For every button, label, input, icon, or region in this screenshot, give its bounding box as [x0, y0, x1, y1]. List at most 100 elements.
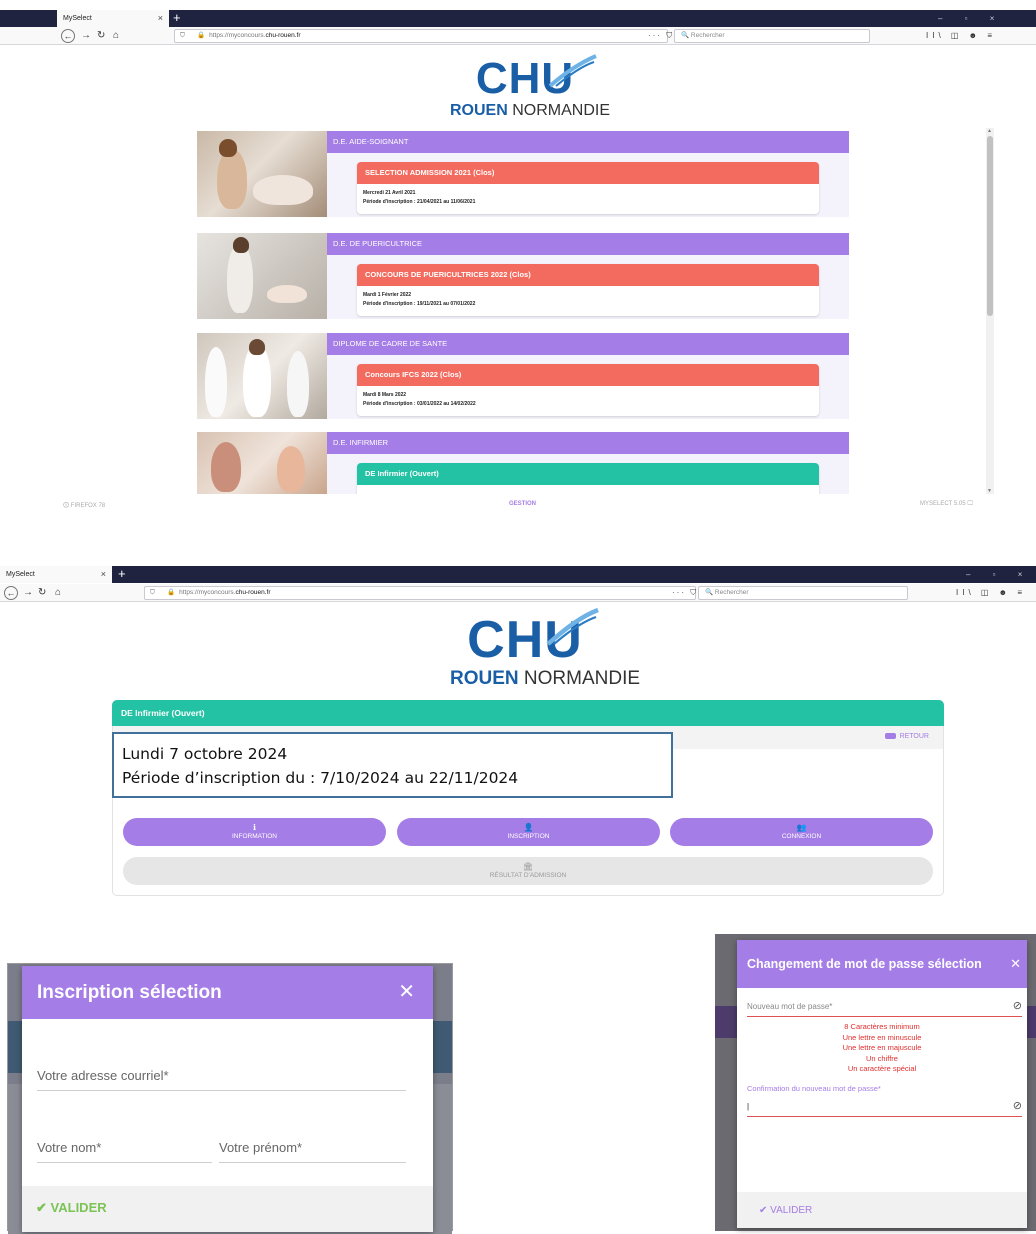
home-icon[interactable]: ⌂: [113, 29, 119, 43]
new-tab-icon[interactable]: +: [118, 566, 126, 582]
password-modal: Changement de mot de passe sélection ✕ N…: [737, 940, 1027, 1228]
reload-icon[interactable]: ↻: [97, 29, 105, 43]
url-domain: chu-rouen.fr: [265, 32, 301, 39]
browser-tab[interactable]: MySelect ×: [57, 10, 169, 27]
concours-item[interactable]: DE Infirmier (Ouvert): [357, 463, 819, 494]
concours-date: Mercredi 21 Avril 2021: [363, 190, 416, 196]
chu-logo: CHU ROUEN NORMANDIE: [450, 608, 640, 692]
check-icon: ✔: [36, 1200, 47, 1215]
back-icon[interactable]: ←: [4, 586, 18, 600]
concours-period: Période d'inscription : 19/11/2021 au 07…: [363, 301, 476, 307]
chu-logo: CHU ROUEN NORMANDIE: [450, 54, 610, 122]
email-field[interactable]: Votre adresse courriel*: [37, 1068, 406, 1091]
browser-tab[interactable]: MySelect ×: [0, 566, 112, 583]
scroll-up-icon[interactable]: ▲: [987, 128, 992, 134]
home-icon[interactable]: ⌂: [55, 586, 61, 600]
eye-slash-icon[interactable]: ⊘: [1013, 999, 1022, 1012]
scrollbar-thumb[interactable]: [987, 136, 993, 316]
concours-card[interactable]: D.E. DE PUERICULTRICE CONCOURS DE PUERIC…: [197, 233, 849, 319]
toolbar-icons[interactable]: II\ ◫ ☻ ≡: [956, 586, 1026, 600]
valider-button[interactable]: ✔ VALIDER: [759, 1205, 812, 1216]
close-icon[interactable]: ✕: [1010, 940, 1021, 988]
new-password-placeholder: Nouveau mot de passe*: [747, 1002, 833, 1011]
footer-gestion-link[interactable]: GESTION: [509, 501, 536, 507]
information-button[interactable]: ℹ INFORMATION: [123, 818, 386, 846]
password-modal-screenshot: Changement de mot de passe sélection ✕ N…: [715, 934, 1036, 1231]
check-icon: ✔: [759, 1205, 768, 1216]
tab-title: MySelect: [6, 571, 35, 578]
forward-icon[interactable]: →: [23, 586, 33, 600]
logo-swoosh-icon: [548, 54, 597, 88]
logo-subtitle: ROUEN NORMANDIE: [450, 102, 610, 120]
toolbar-icons[interactable]: II\ ◫ ☻ ≡: [926, 29, 996, 43]
card-photo: [197, 233, 327, 319]
lock-icon: 🔒: [197, 32, 206, 39]
concours-item[interactable]: Concours IFCS 2022 (Clos) Mardi 8 Mars 2…: [357, 364, 819, 416]
tab-close-icon[interactable]: ×: [158, 10, 163, 27]
lastname-placeholder: Votre nom*: [37, 1140, 102, 1155]
resultat-admission-button[interactable]: 🏛 RÉSULTAT D'ADMISSION: [123, 857, 933, 885]
logo-swoosh-icon: [546, 608, 599, 646]
modal-title: Inscription sélection: [37, 982, 222, 1003]
search-input[interactable]: 🔍 Rechercher: [674, 29, 870, 43]
url-bar[interactable]: ⛉ 🔒 https://myconcours.chu-rouen.fr: [174, 29, 668, 43]
valider-label: VALIDER: [50, 1200, 107, 1215]
information-label: INFORMATION: [231, 833, 277, 840]
concours-card[interactable]: D.E. AIDE-SOIGNANT SELECTION ADMISSION 2…: [197, 131, 849, 217]
card-photo: [197, 131, 327, 217]
concours-card[interactable]: D.E. INFIRMIER DE Infirmier (Ouvert): [197, 432, 849, 494]
page-scrollbar[interactable]: ▲ ▼: [986, 128, 994, 494]
concours-period: Période d'inscription : 03/01/2022 au 14…: [363, 401, 476, 407]
retour-button[interactable]: RETOUR: [884, 733, 929, 740]
reload-icon[interactable]: ↻: [38, 586, 46, 600]
valider-button[interactable]: ✔ VALIDER: [36, 1200, 107, 1216]
concours-date: Mardi 8 Mars 2022: [363, 392, 407, 398]
lock-icon: 🔒: [167, 589, 176, 596]
concours-title[interactable]: CONCOURS DE PUERICULTRICES 2022 (Clos): [357, 264, 819, 286]
concours-item[interactable]: SELECTION ADMISSION 2021 (Clos) Mercredi…: [357, 162, 819, 214]
logo-normandie: NORMANDIE: [507, 102, 611, 119]
inscription-button[interactable]: 👤 INSCRIPTION: [397, 818, 660, 846]
url-bar[interactable]: ⛉ 🔒 https://myconcours.chu-rouen.fr: [144, 586, 696, 600]
tab-bar: MySelect × + – ▫ ×: [0, 566, 1036, 583]
users-icon: 👥: [796, 823, 807, 832]
new-tab-icon[interactable]: +: [173, 10, 181, 26]
lastname-field[interactable]: Votre nom*: [37, 1140, 212, 1163]
concours-title[interactable]: SELECTION ADMISSION 2021 (Clos): [357, 162, 819, 184]
tab-close-icon[interactable]: ×: [101, 566, 106, 583]
card-category: D.E. DE PUERICULTRICE: [327, 233, 849, 255]
forward-icon[interactable]: →: [81, 29, 91, 43]
new-password-field[interactable]: Nouveau mot de passe* ⊘: [747, 999, 1022, 1017]
footer-version-label: MYSELECT 5.05: [920, 501, 966, 507]
concours-date: Mardi 1 Février 2022: [363, 292, 412, 298]
close-icon[interactable]: ✕: [398, 966, 415, 1019]
concours-title[interactable]: DE Infirmier (Ouvert): [357, 463, 819, 485]
connexion-button[interactable]: 👥 CONNEXION: [670, 818, 933, 846]
card-photo: [197, 333, 327, 419]
email-placeholder: Votre adresse courriel*: [37, 1068, 169, 1083]
concours-item[interactable]: CONCOURS DE PUERICULTRICES 2022 (Clos) M…: [357, 264, 819, 316]
window-controls[interactable]: – ▫ ×: [938, 10, 1004, 27]
confirm-password-field[interactable]: | ⊘: [747, 1099, 1022, 1117]
nav-bar: ← → ↻ ⌂ ⛉ 🔒 https://myconcours.chu-rouen.…: [0, 27, 1036, 45]
concours-title[interactable]: Concours IFCS 2022 (Clos): [357, 364, 819, 386]
concours-card[interactable]: DIPLOME DE CADRE DE SANTE Concours IFCS …: [197, 333, 849, 419]
info-icon: ℹ: [252, 823, 257, 832]
callout-date: Lundi 7 octobre 2024: [122, 745, 288, 763]
callout-period: Période d’inscription du : 7/10/2024 au …: [122, 769, 519, 787]
retour-label: RETOUR: [899, 733, 929, 740]
search-input[interactable]: 🔍 Rechercher: [698, 586, 908, 600]
inscription-modal-screenshot: Inscription sélection ✕ Votre adresse co…: [7, 963, 453, 1234]
window-controls[interactable]: – ▫ ×: [966, 566, 1032, 583]
scroll-down-icon[interactable]: ▼: [987, 488, 992, 494]
connexion-label: CONNEXION: [781, 833, 822, 840]
inscription-label: INSCRIPTION: [507, 833, 550, 840]
url-domain: chu-rouen.fr: [235, 589, 271, 596]
firstname-field[interactable]: Votre prénom*: [219, 1140, 406, 1163]
shield-icon: ⛉: [150, 589, 155, 596]
eye-slash-icon[interactable]: ⊘: [1013, 1099, 1022, 1112]
rule-item: Un caractère spécial: [847, 1064, 917, 1073]
back-icon[interactable]: ←: [61, 29, 75, 43]
card-category: D.E. INFIRMIER: [327, 432, 849, 454]
logo-normandie: NORMANDIE: [518, 668, 641, 689]
